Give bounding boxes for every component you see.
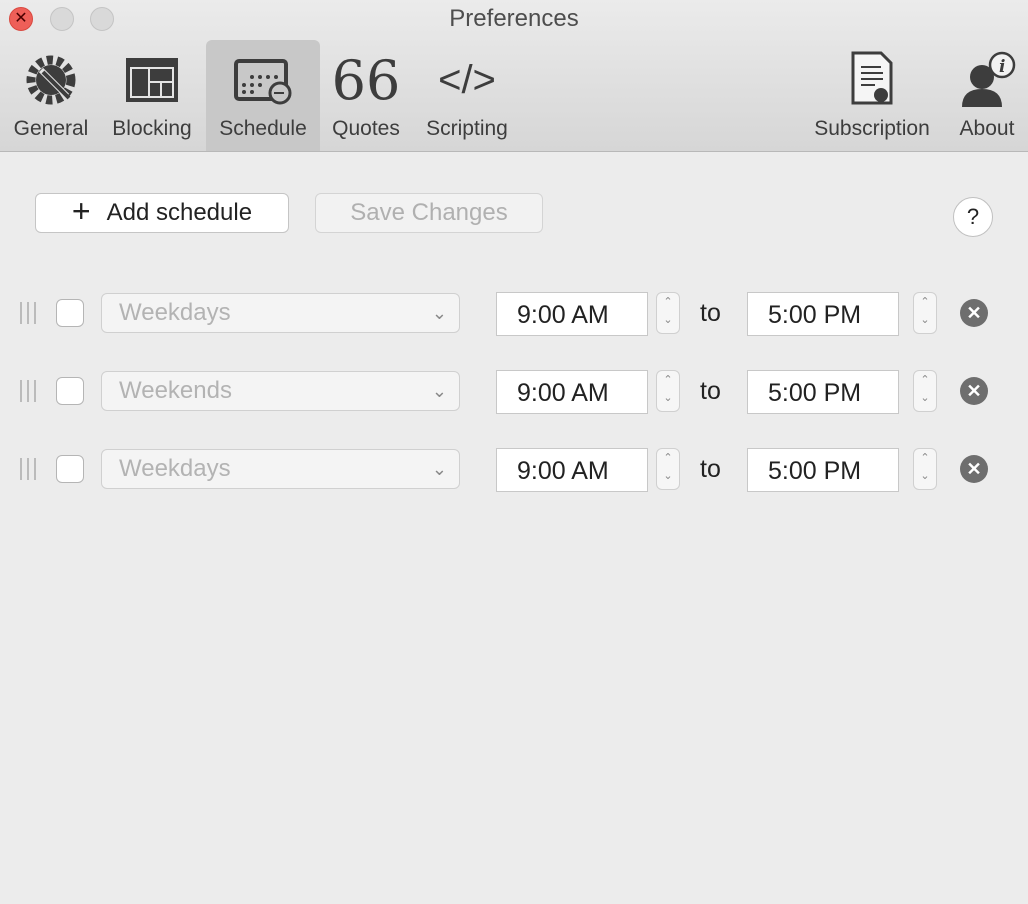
to-label: to: [700, 377, 721, 405]
tab-general[interactable]: General: [4, 40, 98, 151]
enable-checkbox[interactable]: [56, 377, 84, 405]
start-time-field[interactable]: 9:00 AM: [496, 448, 648, 492]
drag-handle-icon[interactable]: [20, 380, 36, 402]
certificate-icon: [804, 40, 940, 120]
window-layout-icon: [104, 40, 200, 120]
end-time-stepper[interactable]: ⌃ ⌄: [913, 370, 937, 412]
to-label: to: [700, 299, 721, 327]
window-title: Preferences: [449, 5, 579, 32]
days-select[interactable]: Weekdays ⌄: [101, 449, 460, 489]
end-time-field[interactable]: 5:00 PM: [747, 448, 899, 492]
days-value: Weekdays: [119, 455, 231, 482]
tab-label: Schedule: [219, 117, 307, 140]
start-time-stepper[interactable]: ⌃ ⌄: [656, 448, 680, 490]
person-info-icon: i: [950, 40, 1024, 120]
schedule-row: Weekdays ⌄ 9:00 AM ⌃ ⌄ to 5:00 PM ⌃ ⌄ ✕: [0, 447, 1028, 492]
quote-icon: 66: [331, 48, 401, 112]
code-icon: </>: [438, 57, 496, 102]
start-time-stepper[interactable]: ⌃ ⌄: [656, 292, 680, 334]
tab-label: Subscription: [814, 117, 930, 140]
chevron-down-icon: ⌄: [431, 303, 447, 323]
calendar-clock-icon: [206, 40, 320, 120]
schedule-row: Weekdays ⌄ 9:00 AM ⌃ ⌄ to 5:00 PM ⌃ ⌄ ✕: [0, 291, 1028, 336]
tab-subscription[interactable]: Subscription: [804, 40, 940, 151]
tab-quotes[interactable]: 66 Quotes: [326, 40, 406, 151]
days-select[interactable]: Weekends ⌄: [101, 371, 460, 411]
end-time-stepper[interactable]: ⌃ ⌄: [913, 292, 937, 334]
delete-schedule-button[interactable]: ✕: [960, 455, 988, 483]
add-schedule-button[interactable]: + Add schedule: [35, 193, 289, 233]
days-select[interactable]: Weekdays ⌄: [101, 293, 460, 333]
end-time-field[interactable]: 5:00 PM: [747, 370, 899, 414]
start-time-field[interactable]: 9:00 AM: [496, 370, 648, 414]
end-time-field[interactable]: 5:00 PM: [747, 292, 899, 336]
start-time-field[interactable]: 9:00 AM: [496, 292, 648, 336]
tab-label: Quotes: [332, 117, 400, 140]
tab-label: About: [959, 117, 1015, 140]
chevron-down-icon: ⌄: [431, 459, 447, 479]
save-changes-button[interactable]: Save Changes: [315, 193, 543, 233]
start-time-stepper[interactable]: ⌃ ⌄: [656, 370, 680, 412]
tab-about[interactable]: i About: [950, 40, 1024, 151]
end-time-stepper[interactable]: ⌃ ⌄: [913, 448, 937, 490]
save-changes-label: Save Changes: [350, 199, 508, 226]
drag-handle-icon[interactable]: [20, 302, 36, 324]
tab-blocking[interactable]: Blocking: [104, 40, 200, 151]
days-value: Weekends: [119, 377, 232, 404]
drag-handle-icon[interactable]: [20, 458, 36, 480]
tab-label: Blocking: [112, 117, 192, 140]
add-schedule-label: Add schedule: [106, 199, 253, 226]
enable-checkbox[interactable]: [56, 299, 84, 327]
chevron-down-icon: ⌄: [431, 381, 447, 401]
days-value: Weekdays: [119, 299, 231, 326]
svg-text:i: i: [999, 57, 1005, 77]
delete-schedule-button[interactable]: ✕: [960, 377, 988, 405]
schedule-row: Weekends ⌄ 9:00 AM ⌃ ⌄ to 5:00 PM ⌃ ⌄ ✕: [0, 369, 1028, 414]
tab-label: General: [13, 117, 89, 140]
tab-schedule[interactable]: Schedule: [206, 40, 320, 151]
enable-checkbox[interactable]: [56, 455, 84, 483]
tab-scripting[interactable]: </> Scripting: [416, 40, 518, 151]
gear-wrench-icon: [4, 40, 98, 120]
title-bar: ✕ Preferences General Blocking Schedule …: [0, 0, 1028, 152]
to-label: to: [700, 455, 721, 483]
delete-schedule-button[interactable]: ✕: [960, 299, 988, 327]
plus-icon: +: [71, 192, 91, 229]
help-button[interactable]: ?: [953, 197, 993, 237]
tab-label: Scripting: [426, 117, 508, 140]
